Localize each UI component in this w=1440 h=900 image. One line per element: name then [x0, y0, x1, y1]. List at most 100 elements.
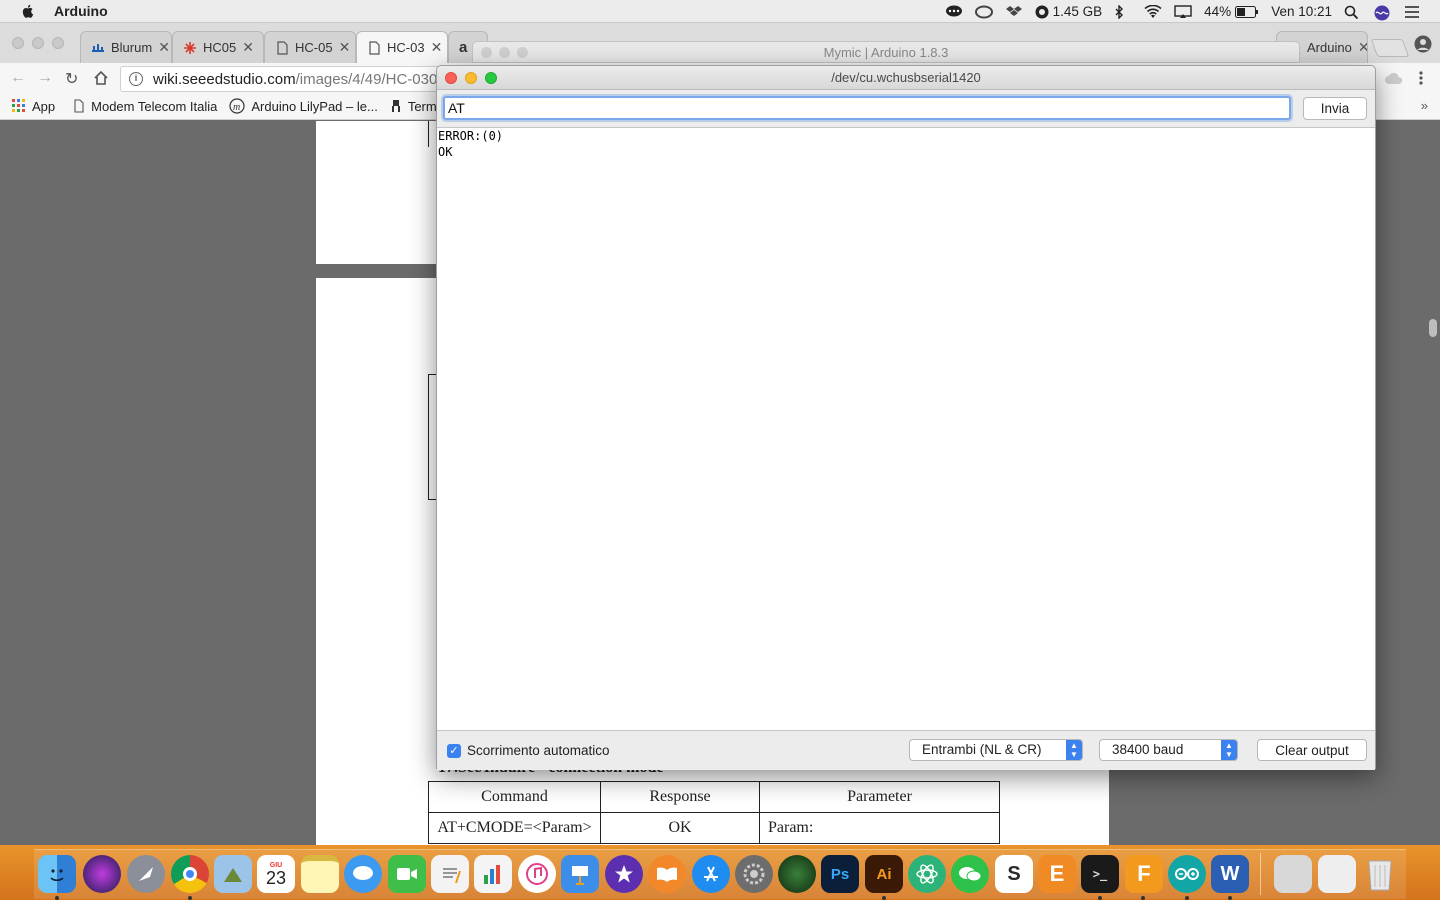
window-close-button[interactable] — [445, 72, 457, 84]
table-header: Response — [600, 781, 760, 813]
baud-rate-select[interactable]: 38400 baud ▲ ▼ — [1099, 739, 1238, 761]
illustrator-icon[interactable]: Ai — [865, 855, 903, 893]
battery-indicator[interactable]: 44% — [1204, 4, 1259, 19]
ibooks-icon[interactable] — [648, 855, 686, 893]
memory-indicator[interactable]: 1.45 GB — [1035, 4, 1103, 19]
tab-close-icon[interactable]: ✕ — [431, 39, 443, 56]
pdf-command-table: Command Response Parameter AT+CMODE=<Par… — [428, 781, 1000, 844]
app-store-icon[interactable] — [692, 855, 730, 893]
tab-close-icon[interactable]: ✕ — [242, 39, 254, 56]
window-zoom-button[interactable] — [485, 72, 497, 84]
memory-value: 1.45 GB — [1052, 4, 1103, 19]
chrome-icon[interactable] — [171, 855, 209, 893]
sketchbook-icon[interactable]: S — [995, 855, 1033, 893]
airplay-icon[interactable] — [1174, 4, 1192, 19]
cloud-extension-icon[interactable] — [1384, 70, 1404, 86]
arduino-ide-titlebar[interactable]: Mymic | Arduino 1.8.3 — [472, 41, 1300, 63]
launchpad-icon[interactable] — [127, 855, 165, 893]
back-arrow-icon[interactable]: ← — [10, 69, 26, 87]
tab-close-icon[interactable]: ✕ — [1358, 39, 1367, 56]
page-scrollbar-thumb[interactable] — [1429, 319, 1437, 337]
serial-port-title: /dev/cu.wchusbserial1420 — [831, 70, 981, 85]
notes-icon[interactable] — [301, 855, 339, 893]
browser-tab-active[interactable]: HC-03 ✕ — [356, 31, 448, 63]
facetime-icon[interactable] — [388, 855, 426, 893]
ide-zoom-button[interactable] — [517, 47, 528, 58]
clock[interactable]: Ven 10:21 — [1271, 4, 1332, 19]
serial-input-row: Invia — [437, 91, 1375, 127]
imovie-icon[interactable] — [605, 855, 643, 893]
window-minimize-button[interactable] — [465, 72, 477, 84]
site-info-icon[interactable]: i — [129, 72, 143, 86]
wifi-icon[interactable] — [1144, 4, 1162, 19]
send-button[interactable]: Invia — [1303, 97, 1367, 120]
address-bar[interactable]: i wiki.seeedstudio.com/images/4/49/HC-03… — [120, 66, 450, 92]
finder-icon[interactable] — [38, 855, 76, 893]
dropbox-icon[interactable] — [1005, 5, 1023, 19]
numbers-icon[interactable] — [474, 855, 512, 893]
table-cell: AT+CMODE=<Param> — [428, 812, 601, 844]
messages-icon[interactable] — [344, 855, 382, 893]
calendar-icon[interactable]: GIU 23 — [257, 855, 295, 893]
browser-tab[interactable]: HC05 ✕ — [172, 31, 264, 63]
world-clock-icon[interactable] — [778, 855, 816, 893]
new-tab-button[interactable] — [1370, 39, 1410, 57]
textedit-icon[interactable] — [431, 855, 469, 893]
table-header: Command — [428, 781, 601, 813]
line-ending-select[interactable]: Entrambi (NL & CR) ▲ ▼ — [909, 739, 1083, 761]
browser-tab[interactable]: HC-05 ✕ — [264, 31, 356, 63]
system-preferences-icon[interactable] — [735, 855, 773, 893]
downloads-stack-icon[interactable] — [1318, 855, 1356, 893]
autoscroll-checkbox[interactable]: ✓ — [447, 744, 461, 758]
siri-icon[interactable] — [1374, 5, 1392, 20]
tab-close-icon[interactable]: ✕ — [158, 39, 170, 56]
calendar-day: 23 — [265, 867, 287, 888]
wechat-icon[interactable] — [951, 855, 989, 893]
tool-icon — [391, 100, 400, 112]
browser-tab[interactable]: Blurum ✕ — [80, 31, 172, 63]
serial-command-input[interactable] — [443, 96, 1291, 120]
word-icon[interactable]: W — [1211, 855, 1249, 893]
chrome-menu-icon[interactable] — [1418, 70, 1424, 86]
reload-icon[interactable]: ↻ — [65, 69, 78, 89]
running-indicator — [1141, 896, 1145, 900]
preview-icon[interactable] — [214, 855, 252, 893]
browser-close-button[interactable] — [12, 37, 24, 49]
browser-zoom-button[interactable] — [52, 37, 64, 49]
clear-output-button[interactable]: Clear output — [1257, 739, 1367, 761]
terminal-icon[interactable]: >_ — [1081, 855, 1119, 893]
serial-bottom-bar: ✓ Scorrimento automatico Entrambi (NL & … — [437, 732, 1375, 770]
bluetooth-icon[interactable] — [1114, 3, 1132, 20]
siri-icon[interactable] — [83, 855, 121, 893]
home-icon[interactable] — [93, 70, 109, 86]
more-bookmarks-icon[interactable]: » — [1421, 98, 1428, 113]
atom-icon[interactable] — [908, 855, 946, 893]
serial-monitor-titlebar[interactable]: /dev/cu.wchusbserial1420 — [437, 66, 1375, 90]
spotlight-search-icon[interactable] — [1344, 5, 1362, 19]
bookmark-apps[interactable]: App — [12, 99, 55, 114]
tab-label: Arduino — [1307, 40, 1352, 55]
fusion-360-icon[interactable]: F — [1125, 855, 1163, 893]
ide-minimize-button[interactable] — [499, 47, 510, 58]
eagle-icon[interactable]: E — [1038, 855, 1076, 893]
app-name-menu[interactable]: Arduino — [54, 3, 108, 19]
browser-minimize-button[interactable] — [32, 37, 44, 49]
serial-output-area[interactable]: ERROR:(0) OK — [437, 127, 1375, 731]
chat-bubble-icon[interactable] — [945, 5, 963, 19]
keynote-icon[interactable] — [561, 855, 599, 893]
ide-close-button[interactable] — [481, 47, 492, 58]
profile-avatar-icon[interactable] — [1414, 35, 1432, 53]
itunes-icon[interactable] — [518, 855, 556, 893]
apple-icon[interactable] — [20, 3, 36, 19]
forward-arrow-icon[interactable]: → — [37, 69, 53, 87]
tab-close-icon[interactable]: ✕ — [339, 39, 351, 56]
creative-cloud-icon[interactable] — [974, 5, 993, 19]
photoshop-icon[interactable]: Ps — [821, 855, 859, 893]
preview-doc-icon[interactable] — [1274, 855, 1312, 893]
notification-center-icon[interactable] — [1404, 5, 1422, 19]
trash-icon[interactable] — [1361, 855, 1399, 893]
arduino-icon[interactable] — [1168, 855, 1206, 893]
bookmark-item[interactable]: Modem Telecom Italia — [73, 99, 217, 114]
battery-icon — [1235, 5, 1259, 18]
bookmark-item[interactable]: m Arduino LilyPad – le... — [229, 98, 378, 114]
